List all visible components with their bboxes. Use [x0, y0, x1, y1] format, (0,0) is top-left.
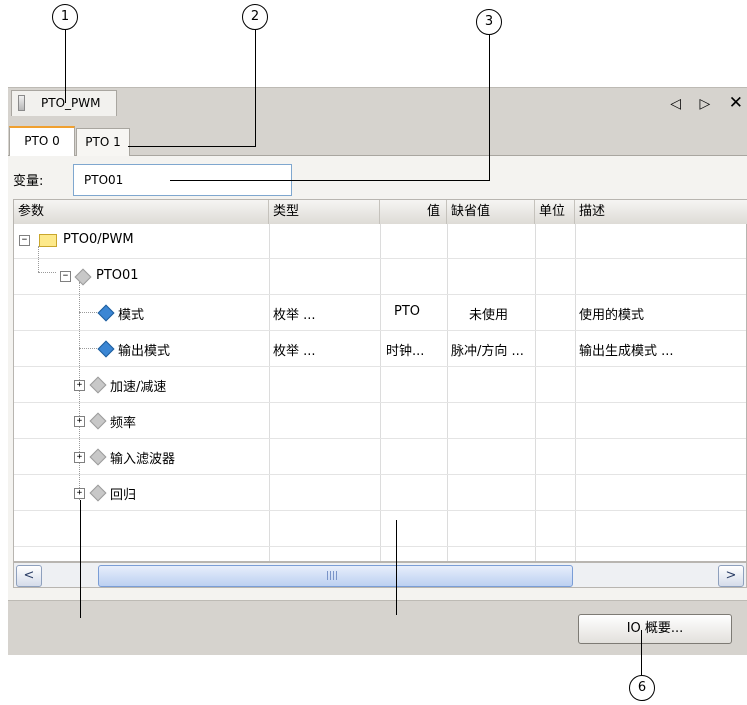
- row-divider: [14, 402, 746, 403]
- previous-tab-icon[interactable]: ◁: [670, 96, 685, 112]
- parameter-grid: 参数 类型 值 缺省值 单位 描述 − PTO0/PWM − PTO01 模式 …: [13, 199, 747, 562]
- horizontal-scrollbar[interactable]: < >: [13, 562, 747, 588]
- gray-cube-icon: [89, 484, 107, 502]
- leader-line-2: [255, 30, 256, 147]
- gray-cube-icon: [89, 448, 107, 466]
- leader-line-3: [170, 180, 490, 181]
- param-name: 频率: [110, 416, 137, 431]
- param-name: 模式: [118, 308, 145, 323]
- param-type: 枚举 ...: [273, 344, 316, 359]
- tab-pto-1[interactable]: PTO 1: [76, 128, 130, 156]
- leader-line-2: [128, 146, 256, 147]
- next-tab-icon[interactable]: ▷: [700, 96, 715, 112]
- param-type: 枚举 ...: [273, 308, 316, 323]
- scrollbar-thumb[interactable]: [98, 565, 573, 587]
- leader-line-3: [489, 35, 490, 180]
- document-tab-label: PTO_PWM: [41, 96, 101, 110]
- param-name: 回归: [110, 488, 137, 503]
- tree-guide: [79, 312, 97, 313]
- gray-cube-icon: [74, 268, 92, 286]
- tree-guide: [38, 246, 39, 272]
- scroll-left-button[interactable]: <: [16, 565, 42, 587]
- tree-guide: [79, 282, 80, 500]
- column-header-type[interactable]: 类型: [269, 200, 380, 224]
- param-name: PTO01: [96, 268, 139, 283]
- param-default: 脉冲/方向 ...: [451, 344, 524, 359]
- param-description: 输出生成模式 ...: [579, 344, 674, 359]
- close-icon[interactable]: ✕: [729, 93, 747, 113]
- column-header-default[interactable]: 缺省值: [447, 200, 535, 224]
- param-name: 输出模式: [118, 344, 171, 359]
- param-description: 使用的模式: [579, 308, 645, 323]
- blue-cube-icon: [97, 340, 115, 358]
- document-tab-pto-pwm[interactable]: PTO_PWM: [11, 90, 117, 116]
- row-divider: [14, 510, 746, 511]
- callout-2: 2: [242, 4, 268, 30]
- column-header-value[interactable]: 值: [380, 200, 447, 224]
- tab-navigation: ◁ ▷ ✕: [664, 93, 747, 113]
- device-icon: [18, 95, 25, 111]
- callout-1: 1: [52, 4, 78, 30]
- collapse-icon[interactable]: −: [60, 271, 71, 282]
- row-divider: [14, 258, 746, 259]
- param-name: PTO0/PWM: [63, 232, 134, 247]
- expand-icon[interactable]: +: [74, 380, 85, 391]
- column-header-param[interactable]: 参数: [14, 200, 269, 224]
- leader-line-4: [80, 500, 81, 618]
- tree-guide: [38, 272, 56, 273]
- row-divider: [14, 438, 746, 439]
- scrollbar-grip: [327, 571, 337, 580]
- variable-label: 变量:: [13, 174, 44, 189]
- leader-line-6: [641, 630, 642, 675]
- param-value[interactable]: 时钟...: [386, 340, 424, 359]
- param-default: 未使用: [469, 308, 509, 323]
- callout-6: 6: [629, 675, 655, 701]
- gray-cube-icon: [89, 376, 107, 394]
- param-name: 加速/减速: [110, 380, 167, 395]
- callout-3: 3: [476, 9, 502, 35]
- column-header-unit[interactable]: 单位: [535, 200, 575, 224]
- row-divider: [14, 474, 746, 475]
- tree-guide: [79, 348, 97, 349]
- blue-cube-icon: [97, 304, 115, 322]
- row-divider: [14, 330, 746, 331]
- param-name: 输入滤波器: [110, 452, 176, 467]
- row-divider: [14, 294, 746, 295]
- expand-icon[interactable]: +: [74, 452, 85, 463]
- expand-icon[interactable]: +: [74, 416, 85, 427]
- row-divider: [14, 366, 746, 367]
- tab-pto-0[interactable]: PTO 0: [9, 126, 75, 156]
- gray-cube-icon: [89, 412, 107, 430]
- param-value[interactable]: PTO: [394, 304, 420, 319]
- leader-line-1: [65, 30, 66, 103]
- leader-line-5: [396, 520, 397, 615]
- expand-icon[interactable]: +: [74, 488, 85, 499]
- row-divider: [14, 546, 746, 547]
- io-summary-button[interactable]: IO 概要...: [578, 614, 732, 644]
- scroll-right-button[interactable]: >: [718, 565, 744, 587]
- folder-icon: [39, 234, 57, 247]
- collapse-icon[interactable]: −: [19, 235, 30, 246]
- column-header-description[interactable]: 描述: [575, 200, 747, 224]
